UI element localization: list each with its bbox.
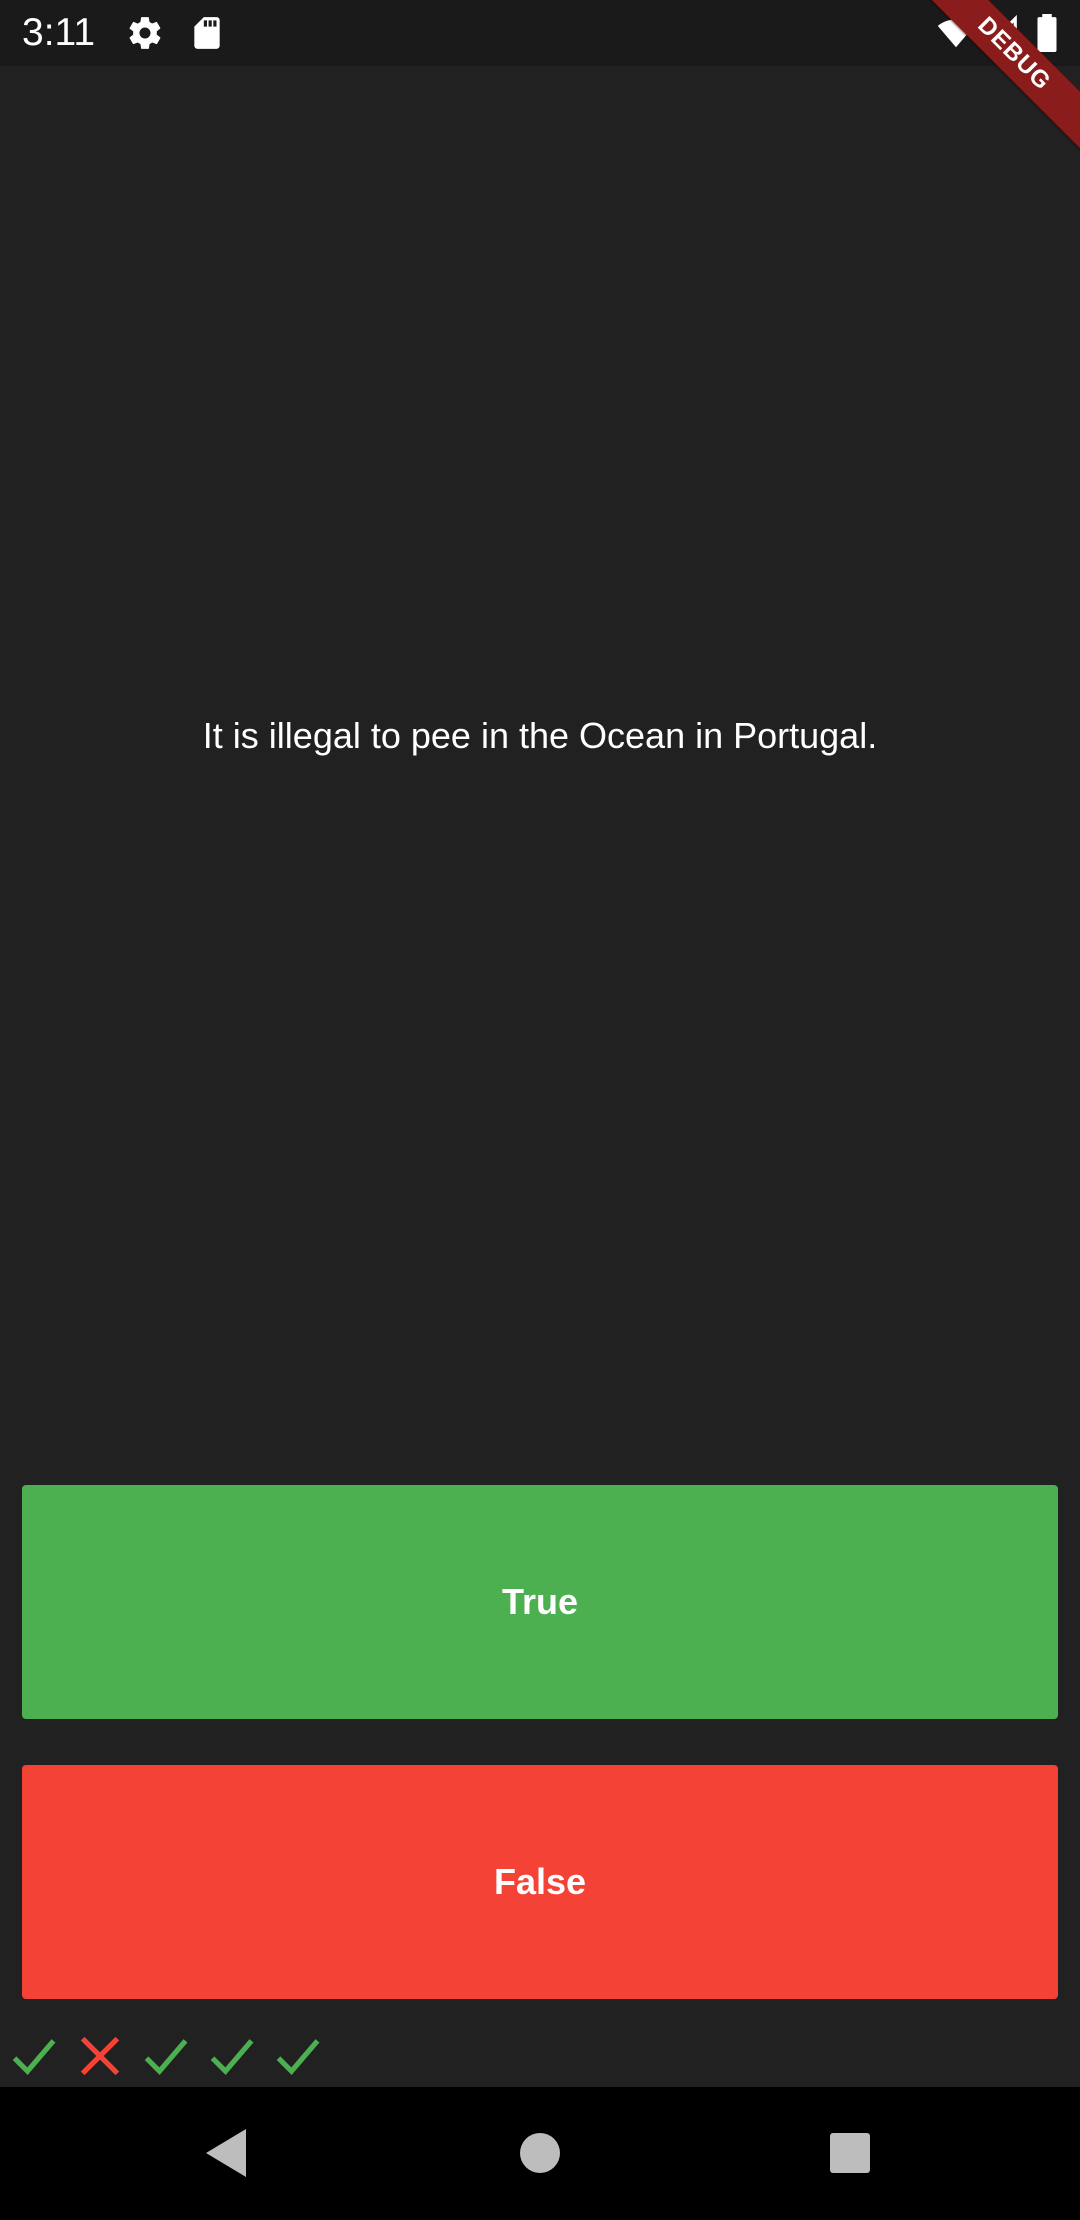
check-icon xyxy=(206,2030,258,2082)
home-icon[interactable] xyxy=(504,2117,576,2189)
system-nav-bar xyxy=(0,2087,1080,2220)
check-icon xyxy=(140,2030,192,2082)
true-button-label: True xyxy=(501,1581,579,1622)
question-text: It is illegal to pee in the Ocean in Por… xyxy=(202,715,878,756)
settings-icon xyxy=(126,14,164,52)
recents-icon[interactable] xyxy=(814,2117,886,2189)
false-button-label: False xyxy=(493,1861,587,1902)
check-icon xyxy=(272,2030,324,2082)
sd-card-icon xyxy=(188,14,226,52)
status-time: 3:11 xyxy=(22,11,96,54)
score-keeper xyxy=(8,2030,338,2082)
false-button[interactable]: False xyxy=(22,1765,1058,1999)
close-icon xyxy=(74,2030,126,2082)
true-button[interactable]: True xyxy=(22,1485,1058,1719)
app-screen: 3:11 DEBUG It is illegal to pee in the O… xyxy=(0,0,1080,2220)
back-icon[interactable] xyxy=(190,2117,262,2189)
status-bar: 3:11 xyxy=(0,0,1080,66)
check-icon xyxy=(8,2030,60,2082)
question-area: It is illegal to pee in the Ocean in Por… xyxy=(0,66,1080,1406)
